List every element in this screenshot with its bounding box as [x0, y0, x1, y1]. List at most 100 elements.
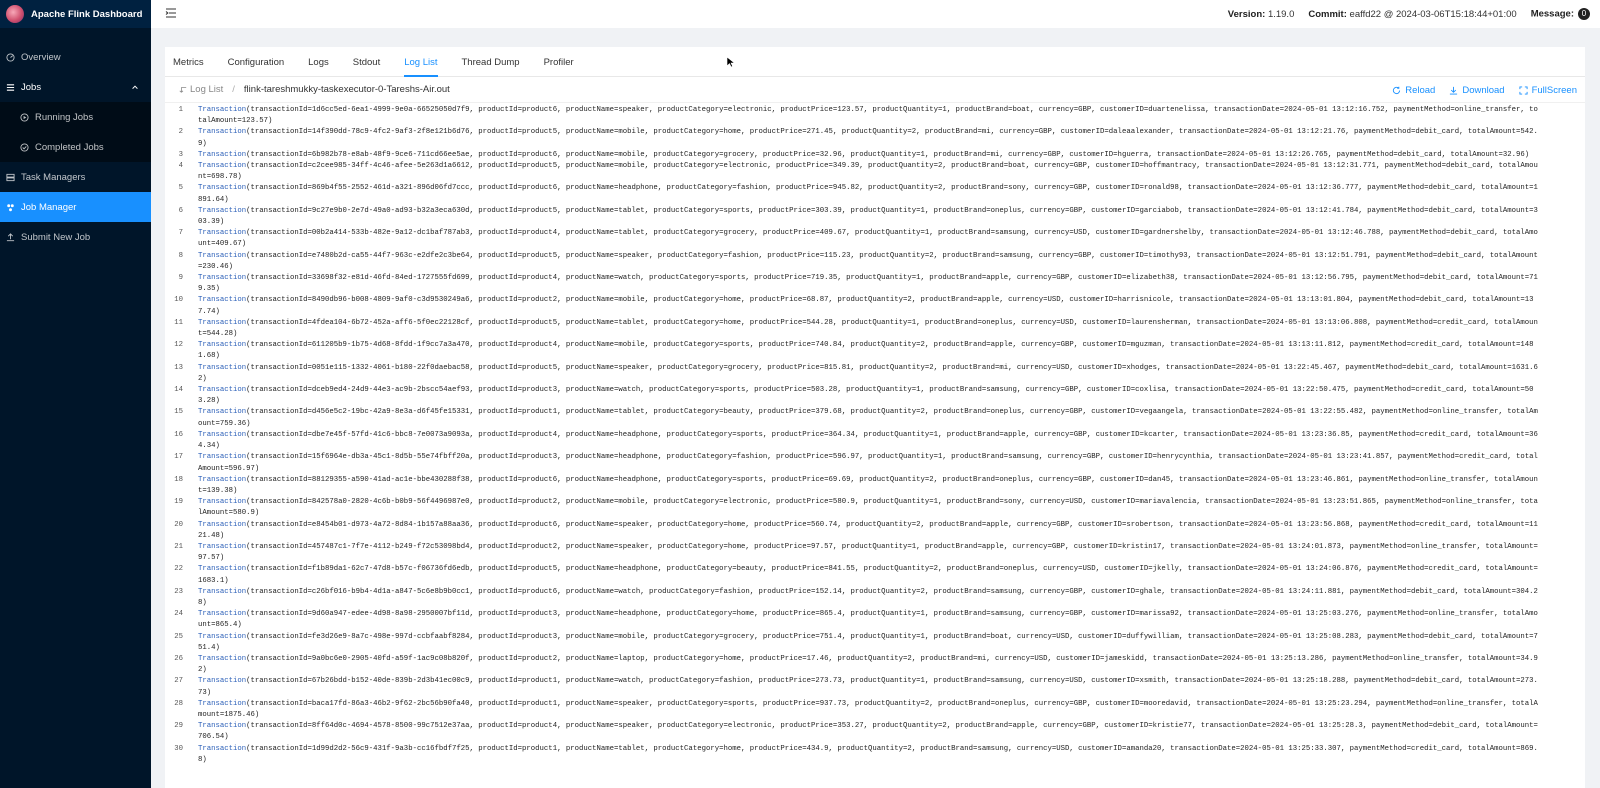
log-line-text: Transaction(transactionId=869b4f55-2552-… — [198, 183, 1538, 205]
commit-label: Commit: — [1308, 8, 1347, 20]
log-line-number: 30 — [174, 744, 183, 753]
log-line-number: 27 — [174, 677, 183, 686]
sidebar-item-label: Submit New Job — [21, 231, 91, 243]
commit-info: Commit: eaffd22 @ 2024-03-06T15:18:44+01… — [1308, 9, 1516, 20]
app-logo[interactable]: Apache Flink Dashboard — [0, 0, 151, 28]
tab-logs[interactable]: Logs — [308, 57, 329, 76]
log-fields: (transactionId=d456e5c2-19bc-42a9-8e3a-d… — [198, 408, 1538, 428]
log-line-text: Transaction(transactionId=9d60a947-edee-… — [198, 609, 1538, 631]
log-viewer[interactable]: 1 Transaction(transactionId=1d6cc5ed-6ea1… — [165, 103, 1585, 766]
log-keyword: Transaction — [198, 632, 247, 641]
log-line: 18 Transaction(transactionId=88129355-a59… — [165, 475, 1585, 497]
log-line-number: 3 — [178, 150, 183, 159]
log-keyword: Transaction — [198, 341, 247, 350]
sidebar-item-completed-jobs[interactable]: Completed Jobs — [0, 132, 151, 162]
dashboard-icon — [6, 52, 15, 62]
log-keyword: Transaction — [198, 677, 247, 686]
log-line: 23 Transaction(transactionId=c26bf016-b9b… — [165, 587, 1585, 609]
fullscreen-button[interactable]: FullScreen — [1519, 85, 1577, 96]
log-line-number: 13 — [174, 363, 183, 372]
sidebar-item-running-jobs[interactable]: Running Jobs — [0, 102, 151, 132]
log-line-text: Transaction(transactionId=14f390dd-78c9-… — [198, 127, 1538, 149]
tab-configuration[interactable]: Configuration — [228, 57, 285, 76]
log-line-number: 20 — [174, 520, 183, 529]
log-line-number: 12 — [174, 341, 183, 350]
log-line-text: Transaction(transactionId=dceb9ed4-24d9-… — [198, 385, 1538, 407]
log-line-text: Transaction(transactionId=457487c1-7f7e-… — [198, 542, 1538, 564]
log-line-number: 23 — [174, 587, 183, 596]
log-line: 12 Transaction(transactionId=611205b9-1b7… — [165, 340, 1585, 362]
menu-fold-icon[interactable] — [165, 7, 177, 19]
download-button[interactable]: Download — [1449, 85, 1505, 96]
breadcrumb-file-name: flink-tareshmukky-taskexecutor-0-Tareshs… — [243, 84, 450, 95]
log-fields: (transactionId=4fdea104-6b72-452a-aff6-5… — [198, 318, 1538, 339]
log-line-text: Transaction(transactionId=d456e5c2-19bc-… — [198, 407, 1538, 429]
log-line: 15 Transaction(transactionId=d456e5c2-19b… — [165, 407, 1585, 429]
tab-profiler[interactable]: Profiler — [544, 57, 574, 76]
log-line: 10 Transaction(transactionId=8490db96-b00… — [165, 295, 1585, 317]
log-line: 26 Transaction(transactionId=9a0bc6e0-290… — [165, 654, 1585, 676]
log-fields: (transactionId=c2cee985-34ff-4c46-afee-5… — [198, 162, 1538, 182]
log-line-text: Transaction(transactionId=611205b9-1b75-… — [198, 340, 1538, 362]
log-fields: (transactionId=8490db96-b008-4809-9af0-c… — [198, 296, 1534, 316]
log-line-number: 29 — [174, 722, 183, 731]
tab-log-list[interactable]: Log List — [404, 57, 438, 77]
sidebar-nav: Overview Jobs Running Jobs Completed Job… — [0, 42, 151, 252]
log-line: 13 Transaction(transactionId=0051e115-133… — [165, 363, 1585, 385]
reload-button[interactable]: Reload — [1392, 85, 1435, 96]
log-fields: (transactionId=6b982b78-e8ab-48f9-9ce6-7… — [246, 150, 1530, 159]
log-line-text: Transaction(transactionId=4fdea104-6b72-… — [198, 318, 1538, 340]
sidebar-item-label: Running Jobs — [35, 111, 94, 123]
log-line-text: Transaction(transactionId=e8454b01-d973-… — [198, 520, 1538, 542]
fullscreen-icon — [1519, 85, 1528, 95]
log-line-number: 18 — [174, 475, 183, 484]
log-keyword: Transaction — [198, 498, 247, 507]
log-line: 28 Transaction(transactionId=baca17fd-86a… — [165, 699, 1585, 721]
log-keyword: Transaction — [198, 587, 247, 596]
log-line-number: 22 — [174, 565, 183, 574]
log-line: 20 Transaction(transactionId=e8454b01-d97… — [165, 520, 1585, 542]
log-line: 27 Transaction(transactionId=67b26bdd-b15… — [165, 676, 1585, 698]
log-keyword: Transaction — [198, 274, 247, 283]
log-keyword: Transaction — [198, 386, 247, 395]
log-fields: (transactionId=457487c1-7f7e-4112-b249-f… — [198, 542, 1538, 563]
mouse-cursor-icon — [726, 56, 736, 68]
log-line: 30 Transaction(transactionId=1d99d2d2-56c… — [165, 744, 1585, 766]
log-line: 29 Transaction(transactionId=8ff64d0c-469… — [165, 721, 1585, 743]
log-keyword: Transaction — [198, 565, 247, 574]
log-fields: (transactionId=9c27e9b0-2e7d-49a0-ad93-b… — [198, 206, 1538, 227]
version-info: Version: 1.19.0 — [1228, 9, 1295, 20]
log-line-text: Transaction(transactionId=c2cee985-34ff-… — [198, 161, 1538, 183]
log-line-number: 5 — [178, 184, 183, 193]
sidebar-item-job-manager[interactable]: Job Manager — [0, 192, 151, 222]
log-line-number: 6 — [178, 206, 183, 215]
tab-thread-dump[interactable]: Thread Dump — [462, 57, 520, 76]
log-actions: Reload Download FullScreen — [1392, 77, 1577, 103]
log-fields: (transactionId=88129355-a590-41ad-ac1e-b… — [198, 475, 1538, 495]
tab-metrics[interactable]: Metrics — [173, 57, 204, 76]
sidebar-item-overview[interactable]: Overview — [0, 42, 151, 72]
log-line-text: Transaction(transactionId=8490db96-b008-… — [198, 295, 1538, 317]
message-count-badge: 0 — [1578, 8, 1590, 20]
log-fields: (transactionId=869b4f55-2552-461d-a321-8… — [198, 184, 1538, 204]
log-line-text: Transaction(transactionId=15f6964e-db3a-… — [198, 452, 1538, 474]
sidebar-item-task-managers[interactable]: Task Managers — [0, 162, 151, 192]
log-keyword: Transaction — [198, 229, 247, 238]
sidebar-item-submit-new-job[interactable]: Submit New Job — [0, 222, 151, 252]
log-fields: (transactionId=dbe7e45f-57fd-41c6-bbc8-7… — [198, 430, 1538, 451]
message-info[interactable]: Message: 0 — [1531, 8, 1590, 20]
log-line-number: 9 — [178, 274, 183, 283]
log-fields: (transactionId=1d99d2d2-56c9-431f-9a3b-c… — [198, 744, 1538, 764]
chevron-up-icon — [132, 85, 138, 89]
sidebar-item-jobs[interactable]: Jobs — [0, 72, 151, 102]
tab-stdout[interactable]: Stdout — [353, 57, 380, 76]
log-fields: (transactionId=f1b89da1-62c7-47d8-b57c-f… — [198, 565, 1538, 585]
log-keyword: Transaction — [198, 654, 247, 663]
log-line-number: 1 — [178, 106, 183, 114]
breadcrumb-back-link[interactable]: Log List — [179, 84, 223, 95]
sidebar-item-label: Jobs — [21, 81, 42, 93]
log-line-number: 8 — [178, 251, 183, 260]
log-fields: (transactionId=33698f32-e81d-46fd-84ed-1… — [198, 274, 1538, 294]
log-line: 4 Transaction(transactionId=c2cee985-34ff… — [165, 161, 1585, 183]
log-fields: (transactionId=baca17fd-86a3-46b2-9f62-2… — [198, 699, 1538, 719]
